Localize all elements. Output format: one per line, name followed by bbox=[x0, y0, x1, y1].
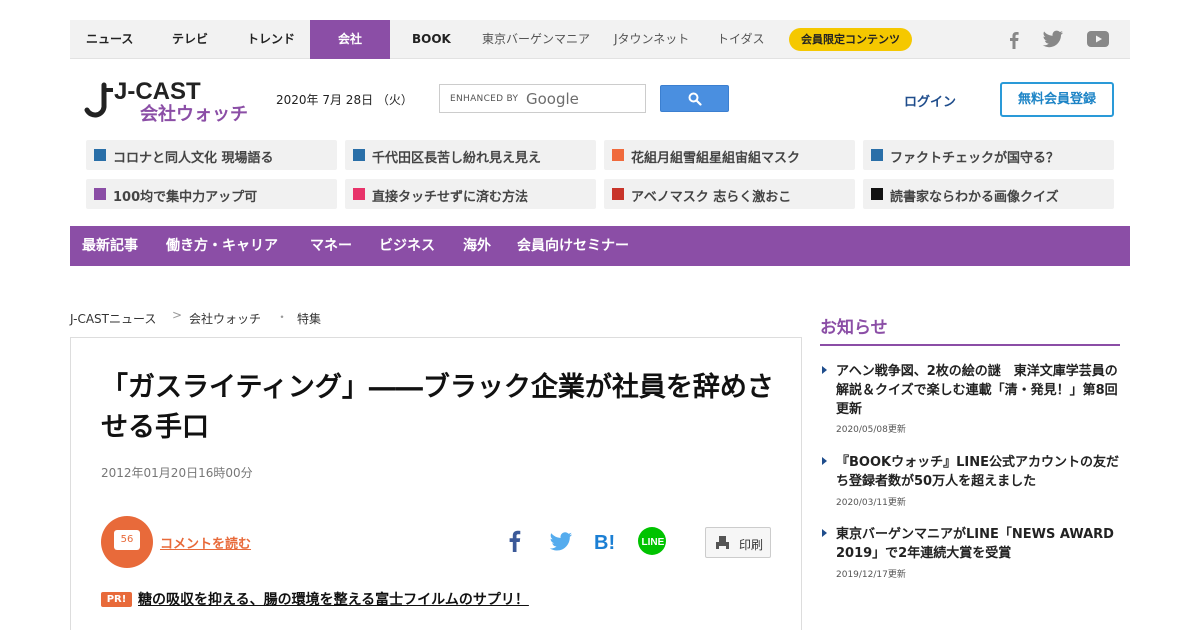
search-input[interactable]: ENHANCED BY Google bbox=[439, 84, 646, 113]
print-label: 印刷 bbox=[739, 538, 764, 552]
nav-latest[interactable]: 最新記事 bbox=[82, 226, 138, 266]
comment-count: 56 bbox=[114, 530, 140, 550]
topnav-toidas[interactable]: トイダス bbox=[717, 20, 765, 59]
topic-text: 直接タッチせずに済む方法 bbox=[372, 190, 529, 205]
nav-career[interactable]: 働き方・キャリア bbox=[166, 226, 278, 266]
read-comments-link[interactable]: コメントを読む bbox=[160, 533, 251, 552]
topic-color-marker bbox=[94, 149, 106, 161]
topic-link[interactable]: 千代田区長苦し紛れ見え見え bbox=[345, 140, 596, 170]
topic-color-marker bbox=[612, 149, 624, 161]
breadcrumb-feature[interactable]: 特集 bbox=[297, 310, 321, 327]
nav-overseas[interactable]: 海外 bbox=[463, 226, 491, 266]
breadcrumb-home[interactable]: J-CASTニュース bbox=[70, 310, 156, 327]
notice-item[interactable]: アヘン戦争図、2枚の絵の謎 東洋文庫学芸員の解説＆クイズで楽しむ連載「清・発見！… bbox=[822, 362, 1122, 435]
topnav-bargain[interactable]: 東京バーゲンマニア bbox=[482, 20, 590, 59]
notice-text: 東京バーゲンマニアがLINE「NEWS AWARD 2019」で2年連続大賞を受… bbox=[836, 527, 1114, 561]
topnav-news[interactable]: ニュース bbox=[86, 20, 133, 59]
topnav-company[interactable]: 会社 bbox=[310, 20, 390, 59]
site-logo[interactable]: J-CAST 会社ウォッチ bbox=[84, 76, 256, 126]
search-icon bbox=[688, 92, 702, 106]
topic-text: 花組月組雪組星組宙組マスク bbox=[631, 151, 801, 166]
breadcrumb-separator: > bbox=[172, 308, 183, 322]
topic-text: 100均で集中力アップ可 bbox=[113, 190, 258, 205]
topic-color-marker bbox=[871, 149, 883, 161]
nav-money[interactable]: マネー bbox=[310, 226, 352, 266]
triangle-right-icon bbox=[822, 366, 827, 374]
topic-color-marker bbox=[871, 188, 883, 200]
notice-divider bbox=[820, 344, 1120, 346]
nav-business[interactable]: ビジネス bbox=[379, 226, 435, 266]
notice-item[interactable]: 東京バーゲンマニアがLINE「NEWS AWARD 2019」で2年連続大賞を受… bbox=[822, 525, 1122, 581]
breadcrumb-company[interactable]: 会社ウォッチ bbox=[189, 310, 261, 327]
topnav-trend[interactable]: トレンド bbox=[247, 20, 295, 59]
youtube-icon[interactable] bbox=[1086, 29, 1110, 49]
notice-date: 2020/03/11更新 bbox=[836, 498, 906, 508]
topic-link[interactable]: アベノマスク 志らく激おこ bbox=[604, 179, 855, 209]
search-button[interactable] bbox=[660, 85, 729, 112]
notice-date: 2019/12/17更新 bbox=[836, 570, 906, 580]
notice-date: 2020/05/08更新 bbox=[836, 425, 906, 435]
twitter-icon[interactable] bbox=[1041, 29, 1065, 49]
topic-text: ファクトチェックが国守る？ bbox=[890, 151, 1060, 166]
main-navigation: 最新記事 働き方・キャリア マネー ビジネス 海外 会員向けセミナー bbox=[70, 226, 1130, 266]
current-date: 2020年 7月 28日 （火） bbox=[276, 93, 413, 107]
topnav-tv[interactable]: テレビ bbox=[172, 20, 208, 59]
svg-text:LINE: LINE bbox=[642, 537, 665, 548]
facebook-share-icon[interactable] bbox=[502, 528, 528, 554]
twitter-share-icon[interactable] bbox=[548, 528, 574, 554]
topic-text: アベノマスク 志らく激おこ bbox=[631, 190, 792, 205]
member-content-button[interactable]: 会員限定コンテンツ bbox=[789, 28, 912, 51]
notice-heading: お知らせ bbox=[820, 318, 888, 338]
topic-color-marker bbox=[353, 149, 365, 161]
top-navigation: ニュース テレビ トレンド 会社 BOOK 東京バーゲンマニア Jタウンネット … bbox=[70, 20, 1130, 59]
topnav-book[interactable]: BOOK bbox=[412, 20, 451, 59]
print-button[interactable]: 印刷 bbox=[705, 527, 771, 558]
topic-link[interactable]: ファクトチェックが国守る？ bbox=[863, 140, 1114, 170]
search-google-label: Google bbox=[526, 90, 579, 108]
triangle-right-icon bbox=[822, 529, 827, 537]
pr-link[interactable]: 糖の吸収を抑える、腸の環境を整える富士フイルムのサプリ！ bbox=[138, 589, 529, 609]
topic-link[interactable]: 直接タッチせずに済む方法 bbox=[345, 179, 596, 209]
topic-color-marker bbox=[612, 188, 624, 200]
pr-badge: PR! bbox=[101, 592, 132, 607]
topic-color-marker bbox=[353, 188, 365, 200]
topic-link[interactable]: 読書家ならわかる画像クイズ bbox=[863, 179, 1114, 209]
nav-seminar[interactable]: 会員向けセミナー bbox=[517, 226, 629, 266]
svg-text:B!: B! bbox=[594, 532, 615, 554]
breadcrumb-separator: ・ bbox=[276, 310, 289, 324]
topic-text: コロナと同人文化 現場語る bbox=[113, 151, 274, 166]
topic-text: 読書家ならわかる画像クイズ bbox=[890, 190, 1059, 205]
article-title: 「ガスライティング」――ブラック企業が社員を辞めさせる手口 bbox=[101, 372, 774, 443]
hatena-icon[interactable]: B! bbox=[593, 528, 619, 554]
article-card: 「ガスライティング」――ブラック企業が社員を辞めさせる手口 2012年01月20… bbox=[70, 337, 802, 630]
notice-text: アヘン戦争図、2枚の絵の謎 東洋文庫学芸員の解説＆クイズで楽しむ連載「清・発見！… bbox=[836, 364, 1118, 417]
login-link[interactable]: ログイン bbox=[904, 91, 956, 110]
triangle-right-icon bbox=[822, 457, 827, 465]
logo-sub-text: 会社ウォッチ bbox=[140, 103, 248, 125]
search-enhanced-label: ENHANCED BY bbox=[450, 94, 519, 104]
logo-brand-text: J-CAST bbox=[114, 78, 201, 105]
article-date: 2012年01月20日16時00分 bbox=[101, 466, 253, 480]
topnav-jtown[interactable]: Jタウンネット bbox=[614, 20, 689, 59]
topic-link[interactable]: 花組月組雪組星組宙組マスク bbox=[604, 140, 855, 170]
topic-text: 千代田区長苦し紛れ見え見え bbox=[372, 151, 542, 166]
line-icon[interactable]: LINE bbox=[637, 526, 667, 556]
topic-link[interactable]: 100均で集中力アップ可 bbox=[86, 179, 337, 209]
register-button[interactable]: 無料会員登録 bbox=[1000, 82, 1114, 117]
notice-item[interactable]: 『BOOKウォッチ』LINE公式アカウントの友だち登録者数が50万人を超えました… bbox=[822, 453, 1122, 509]
comment-icon[interactable]: 56 bbox=[101, 516, 153, 568]
topic-link[interactable]: コロナと同人文化 現場語る bbox=[86, 140, 337, 170]
topic-color-marker bbox=[94, 188, 106, 200]
notice-text: 『BOOKウォッチ』LINE公式アカウントの友だち登録者数が50万人を超えました bbox=[836, 455, 1119, 489]
printer-icon bbox=[716, 536, 729, 549]
facebook-icon[interactable] bbox=[1002, 29, 1026, 49]
